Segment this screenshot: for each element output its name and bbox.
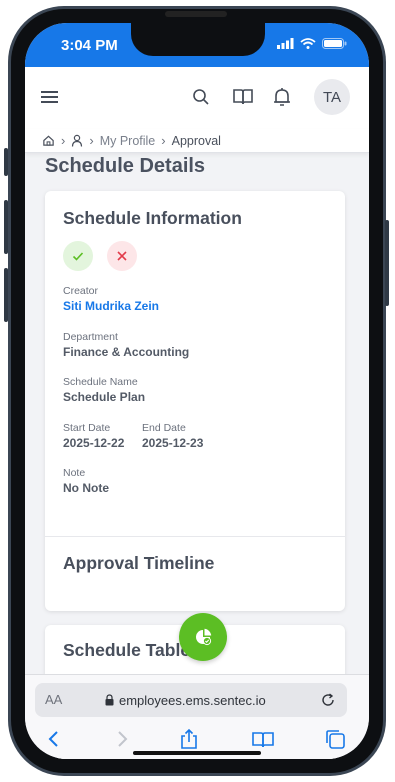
end-date-value: 2025-12-23 <box>142 436 204 450</box>
app-header: TA <box>25 67 369 129</box>
speaker-grill <box>165 11 227 17</box>
bookmarks-icon[interactable] <box>251 727 275 751</box>
volume-up-button <box>4 200 8 254</box>
book-icon[interactable] <box>231 85 255 109</box>
status-icons <box>277 38 347 49</box>
close-icon <box>117 251 127 261</box>
pie-check-icon <box>196 628 212 646</box>
check-icon <box>72 252 84 261</box>
forward-icon[interactable] <box>109 727 133 751</box>
back-icon[interactable] <box>43 727 67 751</box>
reject-button[interactable] <box>107 241 137 271</box>
wifi-icon <box>300 38 316 49</box>
share-icon[interactable] <box>177 727 201 751</box>
status-bar: 3:04 PM <box>25 23 369 67</box>
breadcrumb-separator: › <box>89 133 94 148</box>
lock-icon <box>105 694 114 706</box>
fab-button[interactable] <box>179 613 227 661</box>
mute-switch <box>4 148 8 176</box>
breadcrumb-item-approval: Approval <box>171 133 221 148</box>
schedule-info-title: Schedule Information <box>63 208 242 228</box>
status-time: 3:04 PM <box>61 37 118 54</box>
schedule-name-label: Schedule Name <box>63 376 138 388</box>
hamburger-icon[interactable] <box>39 87 61 107</box>
bell-icon[interactable] <box>270 85 294 109</box>
phone-screen: 3:04 PM TA › › My Profile › Approval Sch… <box>25 23 369 759</box>
avatar[interactable]: TA <box>314 79 350 115</box>
user-icon[interactable] <box>71 134 83 147</box>
creator-label: Creator <box>63 285 99 297</box>
volume-down-button <box>4 268 8 322</box>
note-value: No Note <box>63 481 109 495</box>
signal-icon <box>277 38 294 49</box>
schedule-info-card: Schedule Information Creator Siti Mudrik… <box>45 191 345 611</box>
approve-button[interactable] <box>63 241 93 271</box>
url-text: employees.ems.sentec.io <box>119 693 266 708</box>
browser-toolbar: AA employees.ems.sentec.io <box>25 674 369 759</box>
reader-settings-button[interactable]: AA <box>45 692 62 707</box>
department-label: Department <box>63 331 118 343</box>
card-divider <box>45 536 345 537</box>
breadcrumb-item-my-profile[interactable]: My Profile <box>100 134 156 148</box>
department-value: Finance & Accounting <box>63 345 190 359</box>
start-date-label: Start Date <box>63 422 111 434</box>
home-indicator <box>133 751 261 755</box>
approval-timeline-title: Approval Timeline <box>63 553 215 573</box>
tabs-icon[interactable] <box>323 727 347 751</box>
reload-icon[interactable] <box>319 691 337 709</box>
notch <box>131 23 265 56</box>
power-button <box>385 220 389 306</box>
breadcrumb-separator: › <box>161 133 166 148</box>
end-date-label: End Date <box>142 422 186 434</box>
breadcrumb: › › My Profile › Approval <box>25 129 369 153</box>
search-icon[interactable] <box>189 85 213 109</box>
schedule-name-value: Schedule Plan <box>63 390 146 404</box>
note-label: Note <box>63 467 86 479</box>
page-title: Schedule Details <box>45 155 206 177</box>
battery-icon <box>322 38 347 49</box>
creator-value[interactable]: Siti Mudrika Zein <box>63 299 159 313</box>
start-date-value: 2025-12-22 <box>63 436 125 450</box>
url-bar[interactable]: AA employees.ems.sentec.io <box>35 683 347 717</box>
schedule-table-title: Schedule Table <box>63 640 191 660</box>
home-icon[interactable] <box>42 134 55 147</box>
breadcrumb-separator: › <box>61 133 66 148</box>
